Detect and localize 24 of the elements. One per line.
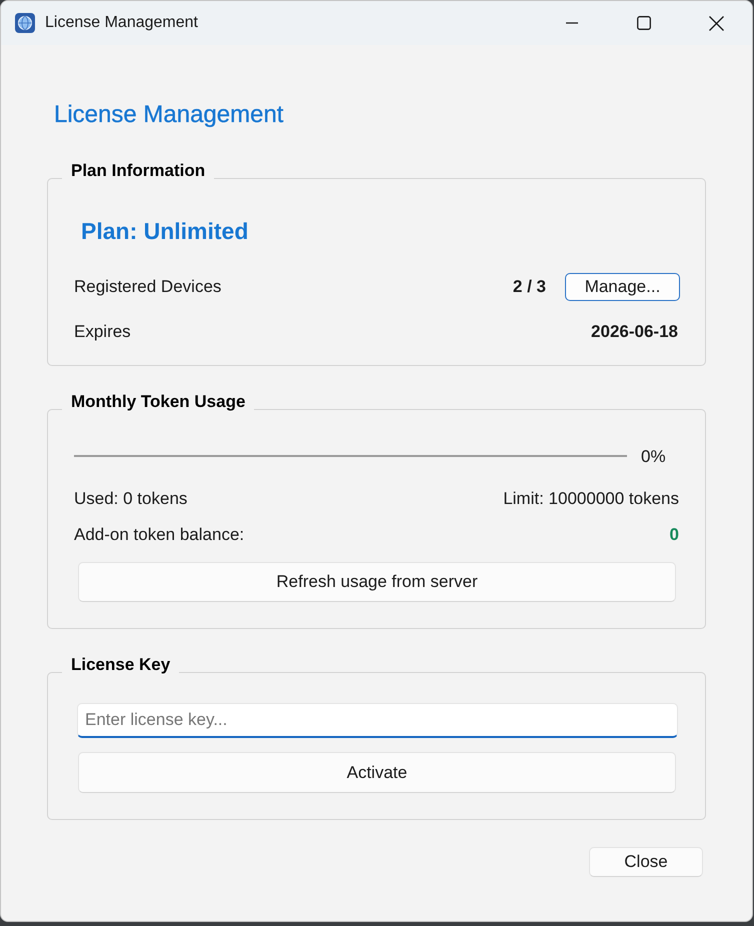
field-value: 2 / 3 <box>512 277 546 297</box>
field-label: Registered Devices <box>74 277 222 297</box>
maximize-icon <box>637 16 651 30</box>
group-title: License Key <box>71 655 170 675</box>
activate-button[interactable]: Activate <box>78 752 676 793</box>
field-label: Expires <box>74 322 131 342</box>
field-value: 2026-06-18 <box>591 322 678 342</box>
used-tokens: Used: 0 tokens <box>74 489 188 509</box>
plan-name: Plan: Unlimited <box>81 217 248 245</box>
progress-reading: 0% <box>641 447 666 466</box>
close-button[interactable]: Close <box>589 847 703 877</box>
field-label: Add-on token balance: <box>74 525 244 545</box>
refresh-button[interactable]: Refresh usage from server <box>78 562 676 602</box>
group-title: Monthly Token Usage <box>71 392 246 412</box>
dialog-heading: License Management <box>54 101 284 129</box>
token-limit: Limit: 10000000 tokens <box>503 489 679 509</box>
window-title: License Management <box>45 14 198 32</box>
globe-icon <box>15 13 35 33</box>
license-key-field[interactable]: Enter license key... <box>77 703 678 738</box>
field-value: 0 <box>670 525 679 545</box>
close-icon <box>708 16 724 30</box>
minimize-icon <box>566 22 578 24</box>
manage-button[interactable]: Manage... <box>565 273 680 301</box>
group-title: Plan Information <box>71 161 206 181</box>
